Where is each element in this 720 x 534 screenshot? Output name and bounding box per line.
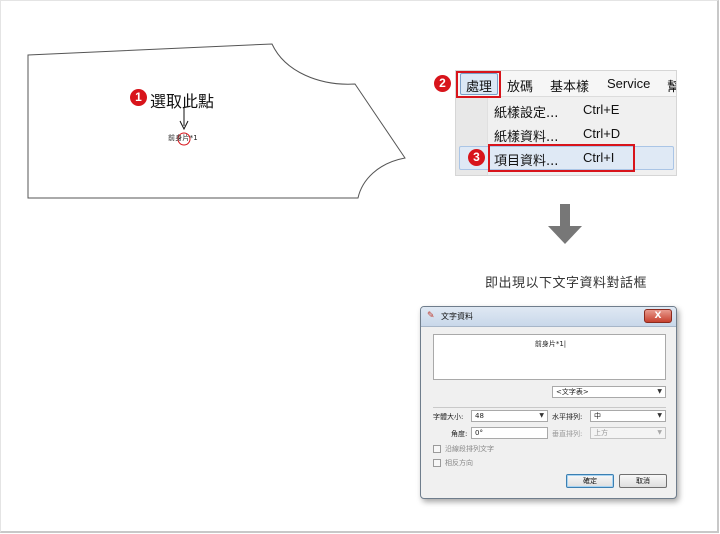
v-align-label: 垂直排列: [552, 430, 583, 438]
close-button[interactable]: X [644, 309, 672, 323]
angle-input[interactable]: 0° [471, 427, 548, 439]
down-arrow-icon [548, 204, 582, 244]
angle-label: 角度: [451, 430, 468, 438]
h-align-select[interactable]: 中 ▼ [590, 410, 666, 422]
pattern-piece-label[interactable]: 前身片*1 [168, 133, 198, 143]
chevron-down-icon: ▼ [657, 388, 662, 395]
menu-base-pattern[interactable]: 基本樣 [550, 76, 589, 95]
step-1-badge: 1 [130, 89, 147, 106]
app-icon: ✎ [427, 311, 435, 321]
font-size-select[interactable]: 48 ▼ [471, 410, 548, 422]
select-value: <文字表> [556, 388, 589, 396]
step-3-highlight-box [488, 144, 635, 172]
along-line-checkbox[interactable] [433, 445, 441, 453]
divider [433, 407, 666, 408]
step-1-label: 選取此點 [150, 92, 215, 111]
text-value: 前身片*1| [534, 340, 567, 348]
ok-button[interactable]: 確定 [566, 474, 614, 488]
v-align-select[interactable]: 上方 ▼ [590, 427, 666, 439]
dialog-title: 文字資料 [441, 312, 473, 321]
menu-help[interactable]: 幫 [667, 76, 676, 95]
menu-item-label: 紙樣資料... [494, 130, 559, 145]
font-size-label: 字體大小: [433, 413, 464, 421]
text-table-select[interactable]: <文字表> ▼ [552, 386, 666, 398]
chevron-down-icon: ▼ [657, 412, 662, 419]
along-line-label: 沿線段排列文字 [445, 445, 494, 453]
menu-item-shortcut: Ctrl+D [583, 126, 621, 141]
chevron-down-icon: ▼ [539, 412, 544, 419]
pattern-piece-canvas [27, 43, 406, 199]
text-input-area[interactable]: 前身片*1| [433, 334, 666, 380]
menu-grading[interactable]: 放碼 [507, 76, 533, 95]
pattern-outline [27, 43, 406, 199]
dialog-caption: 即出現以下文字資料對話框 [484, 276, 647, 291]
menu-service[interactable]: Service [607, 76, 650, 91]
chevron-down-icon: ▼ [657, 429, 662, 436]
select-value: 48 [475, 412, 484, 420]
menu-item-label: 紙樣設定... [494, 106, 559, 121]
reverse-direction-label: 相反方向 [445, 459, 473, 467]
reverse-direction-checkbox[interactable] [433, 459, 441, 467]
dialog-titlebar: ✎ 文字資料 X [421, 307, 676, 327]
step-2-highlight-box [456, 71, 501, 98]
menu-item-pattern-data[interactable]: 紙樣資料... Ctrl+D [456, 122, 676, 146]
select-value: 中 [594, 412, 601, 420]
text-data-dialog: ✎ 文字資料 X 前身片*1| <文字表> ▼ 字體大小: 48 ▼ 水平排列:… [420, 306, 677, 499]
menu-item-pattern-settings[interactable]: 紙樣設定... Ctrl+E [456, 98, 676, 122]
cancel-button[interactable]: 取消 [619, 474, 667, 488]
menu-item-shortcut: Ctrl+E [583, 102, 620, 117]
h-align-label: 水平排列: [552, 413, 583, 421]
select-value: 上方 [594, 429, 608, 437]
step-3-badge: 3 [468, 149, 485, 166]
step-2-badge: 2 [434, 75, 451, 92]
